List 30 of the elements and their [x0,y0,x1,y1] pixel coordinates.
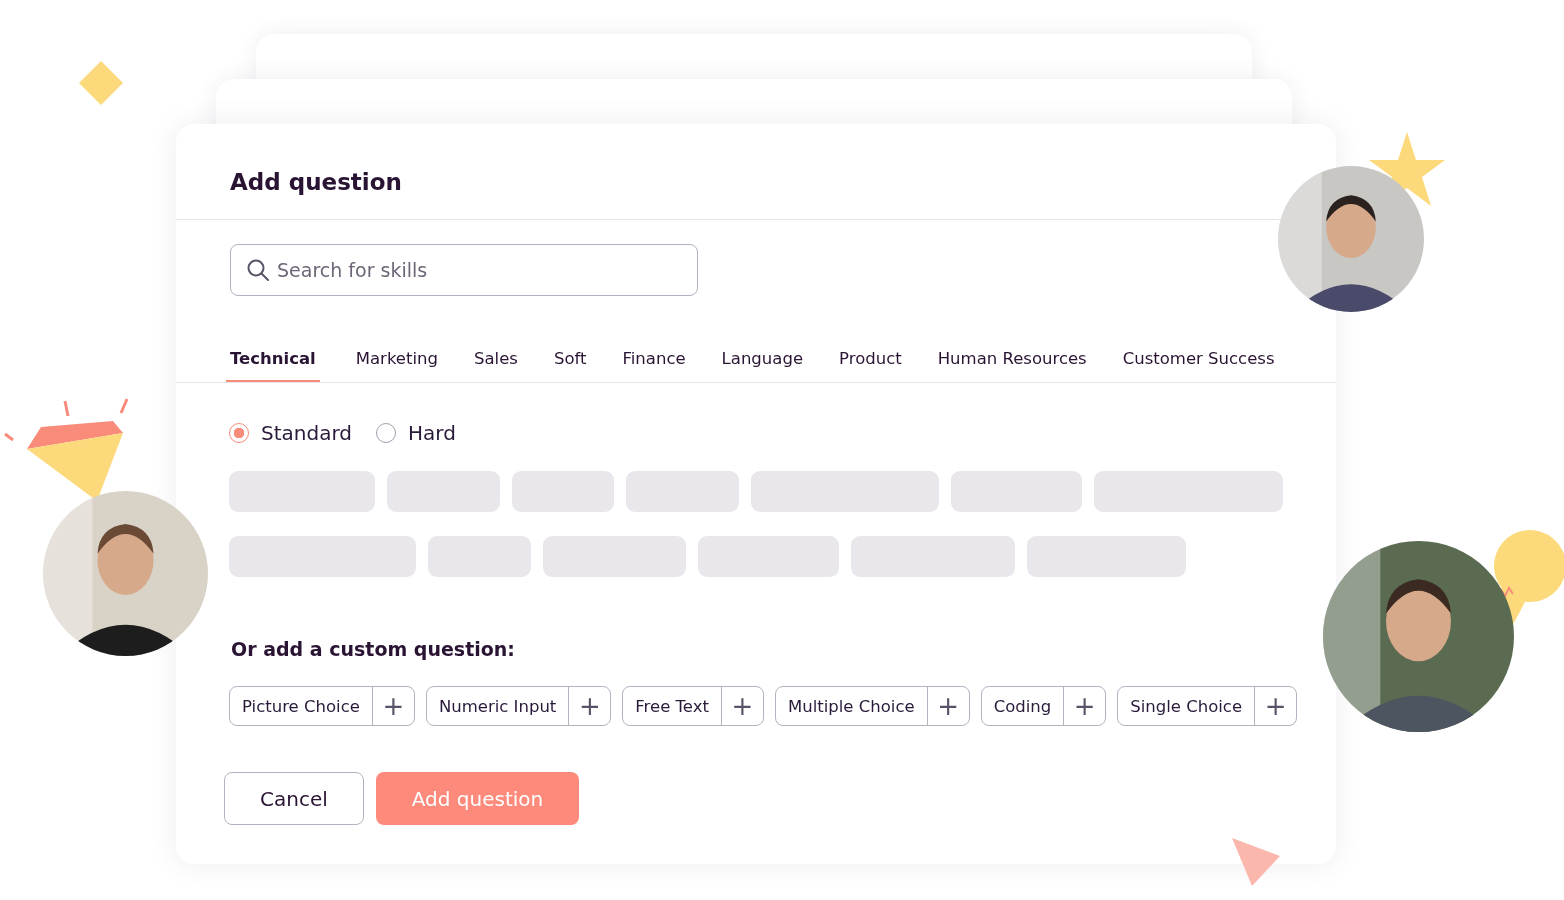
tab[interactable]: Soft [553,342,587,382]
chip-label: Picture Choice [241,695,361,718]
chip-label: Multiple Choice [786,695,916,718]
add-button[interactable]: + [926,687,969,725]
add-button[interactable]: + [1063,687,1106,725]
tab[interactable]: Customer Success [1122,342,1275,382]
dialog-title: Add question [230,169,403,195]
tab[interactable]: Product [839,342,902,382]
cancel-button[interactable]: Cancel [224,772,364,825]
chip-label: Numeric Input [437,695,558,718]
tab[interactable]: Sales [474,342,518,382]
tab[interactable]: Human Resources [937,342,1087,382]
chip-label: Single Choice [1129,695,1244,718]
radio-button[interactable] [229,423,249,443]
section-heading: Or add a custom question: [231,638,516,660]
chip-label: Coding [992,695,1053,718]
add-button[interactable]: + [720,687,763,725]
chip-label: Free Text [634,695,710,718]
tab[interactable]: Technical [226,342,320,382]
tab[interactable]: Finance [622,342,686,382]
add-button[interactable]: + [1254,687,1297,725]
add-button[interactable]: + [371,687,414,725]
tab[interactable]: Language [721,342,804,382]
add-button[interactable]: + [568,687,611,725]
diamond-icon [77,59,125,107]
triangle-icon [1230,836,1282,888]
tab[interactable]: Marketing [355,342,438,382]
radio-label: Hard [408,421,456,445]
search-field[interactable]: Search for skills [230,244,698,296]
radio-label: Standard [261,421,352,445]
